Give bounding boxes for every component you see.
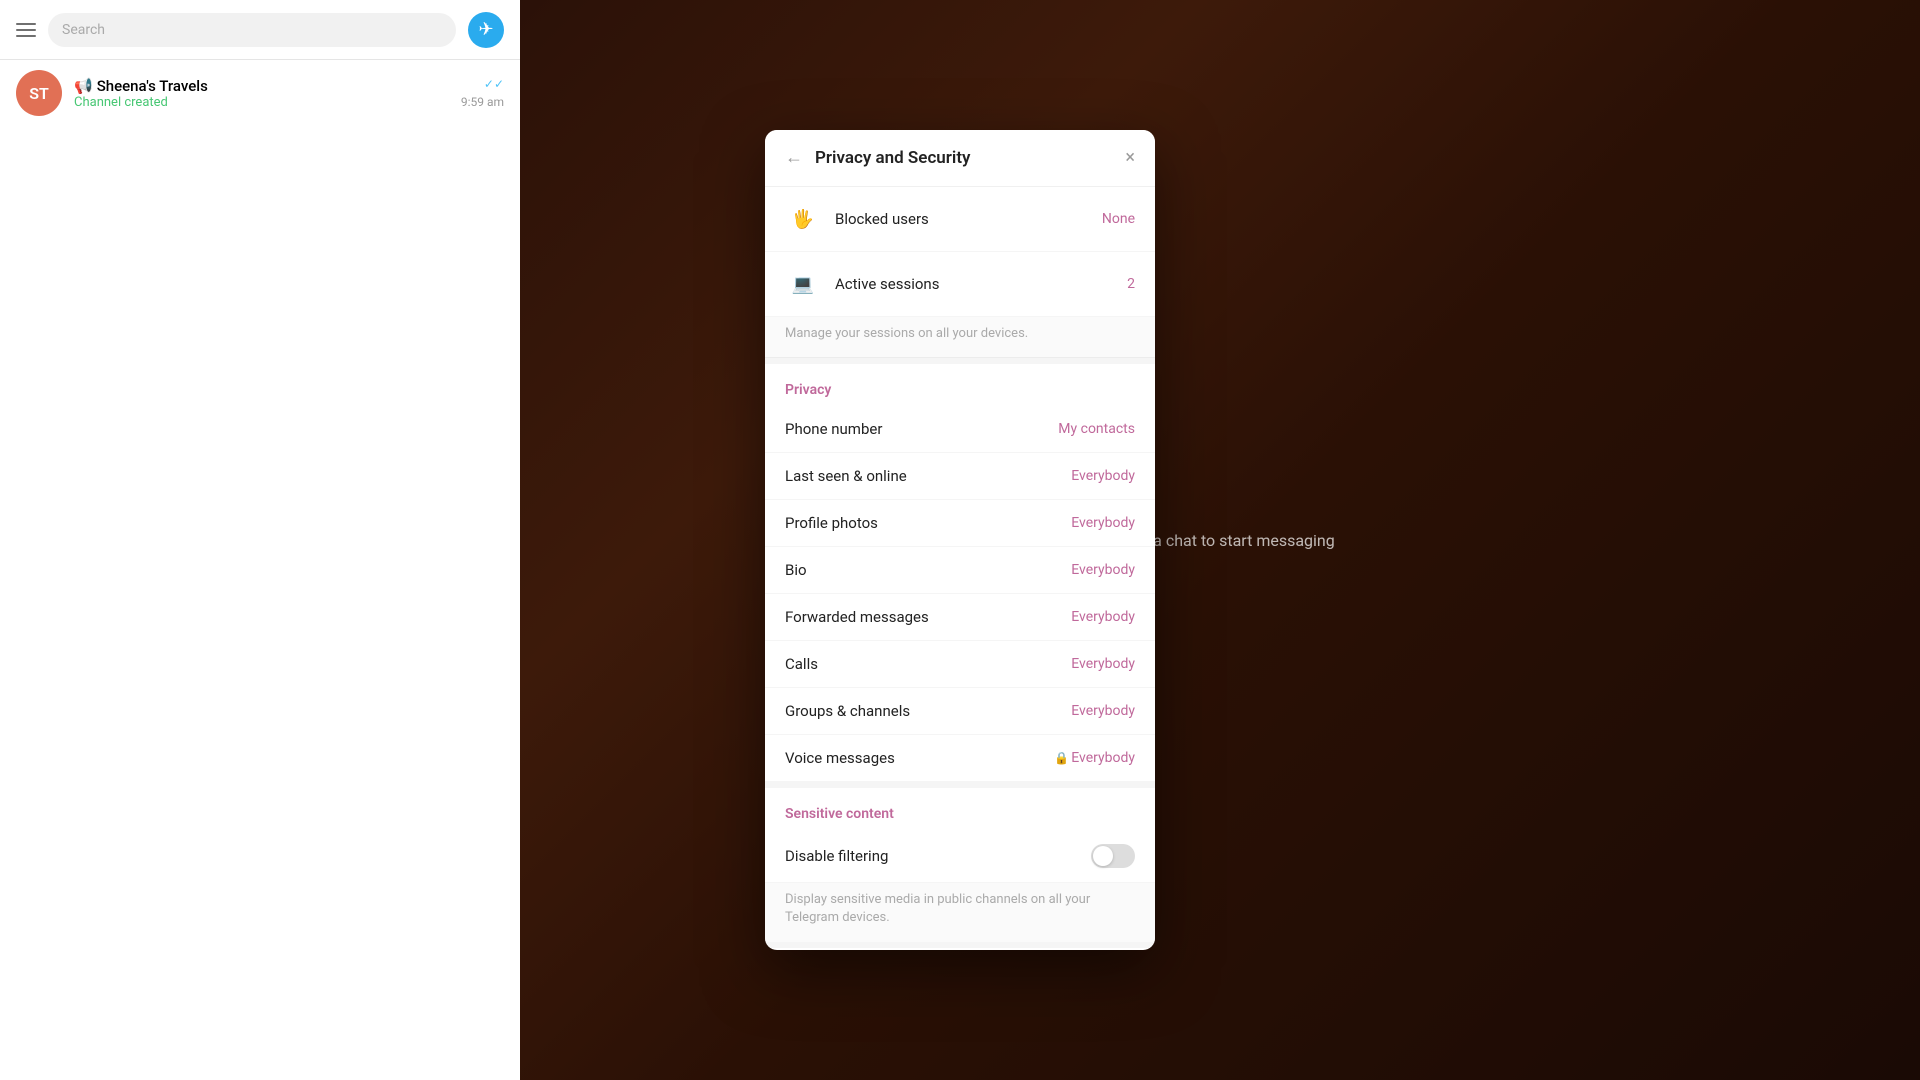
phone-number-value: My contacts [1058,421,1135,437]
telegram-sidebar: Search ✈ ST 📢 Sheena's Travels Channel c… [0,0,520,1080]
active-sessions-icon: 💻 [785,266,821,302]
profile-photos-value: Everybody [1071,515,1135,531]
settings-item-active-sessions[interactable]: 💻 Active sessions 2 [765,252,1155,317]
calls-label: Calls [785,655,1071,673]
check-icon: ✓✓ [484,77,504,91]
groups-channels-label: Groups & channels [785,702,1071,720]
lock-icon: 🔒 [1054,751,1069,765]
chat-list: ST 📢 Sheena's Travels Channel created ✓✓… [0,60,520,1080]
last-seen-value: Everybody [1071,468,1135,484]
settings-item-bio[interactable]: Bio Everybody [765,547,1155,594]
menu-icon[interactable] [16,23,36,37]
sensitive-hint: Display sensitive media in public channe… [765,883,1155,941]
settings-item-blocked-users[interactable]: 🖐 Blocked users None [765,187,1155,252]
voice-messages-label: Voice messages [785,749,1054,767]
bots-websites-section-header: Bots and websites [765,948,1155,950]
bio-label: Bio [785,561,1071,579]
settings-item-last-seen[interactable]: Last seen & online Everybody [765,453,1155,500]
modal-header: ← Privacy and Security × [765,130,1155,187]
blocked-users-icon: 🖐 [785,201,821,237]
chat-name: 📢 Sheena's Travels [74,77,449,95]
telegram-logo: ✈ [468,12,504,48]
privacy-section-header: Privacy [765,364,1155,406]
channel-icon: 📢 [74,77,93,95]
voice-messages-value-container: 🔒 Everybody [1054,750,1135,766]
forwarded-messages-label: Forwarded messages [785,608,1071,626]
active-sessions-value: 2 [1127,276,1135,292]
settings-item-phone-number[interactable]: Phone number My contacts [765,406,1155,453]
toggle-thumb [1093,846,1113,866]
settings-item-groups-channels[interactable]: Groups & channels Everybody [765,688,1155,735]
voice-messages-value: Everybody [1071,750,1135,766]
settings-item-disable-filtering[interactable]: Disable filtering [765,830,1155,883]
groups-channels-value: Everybody [1071,703,1135,719]
phone-number-label: Phone number [785,420,1058,438]
blocked-users-value: None [1102,211,1135,227]
sidebar-header: Search ✈ [0,0,520,60]
settings-item-profile-photos[interactable]: Profile photos Everybody [765,500,1155,547]
avatar: ST [16,70,62,116]
settings-item-forwarded-messages[interactable]: Forwarded messages Everybody [765,594,1155,641]
privacy-security-modal: ← Privacy and Security × 🖐 Blocked users… [765,130,1155,950]
bio-value: Everybody [1071,562,1135,578]
disable-filtering-toggle[interactable] [1091,844,1135,868]
chat-info: 📢 Sheena's Travels Channel created [74,77,449,110]
sensitive-section-header: Sensitive content [765,788,1155,830]
modal-body: 🖐 Blocked users None 💻 Active sessions 2… [765,187,1155,950]
chat-empty-area: Select a chat to start messaging [520,0,1920,1080]
active-sessions-label: Active sessions [835,275,1127,293]
back-button[interactable]: ← [785,149,803,167]
close-button[interactable]: × [1125,149,1135,167]
calls-value: Everybody [1071,656,1135,672]
chat-time: 9:59 am [461,95,504,109]
profile-photos-label: Profile photos [785,514,1071,532]
search-box[interactable]: Search [48,13,456,47]
search-placeholder: Search [62,22,105,38]
chat-item-sheenas-travels[interactable]: ST 📢 Sheena's Travels Channel created ✓✓… [0,60,520,126]
disable-filtering-label: Disable filtering [785,847,1091,865]
blocked-users-label: Blocked users [835,210,1102,228]
chat-preview: Channel created [74,95,449,110]
last-seen-label: Last seen & online [785,467,1071,485]
settings-item-voice-messages[interactable]: Voice messages 🔒 Everybody [765,735,1155,782]
modal-title: Privacy and Security [815,148,1113,168]
settings-item-calls[interactable]: Calls Everybody [765,641,1155,688]
forwarded-messages-value: Everybody [1071,609,1135,625]
sessions-hint: Manage your sessions on all your devices… [765,317,1155,358]
chat-meta: ✓✓ 9:59 am [461,77,504,109]
